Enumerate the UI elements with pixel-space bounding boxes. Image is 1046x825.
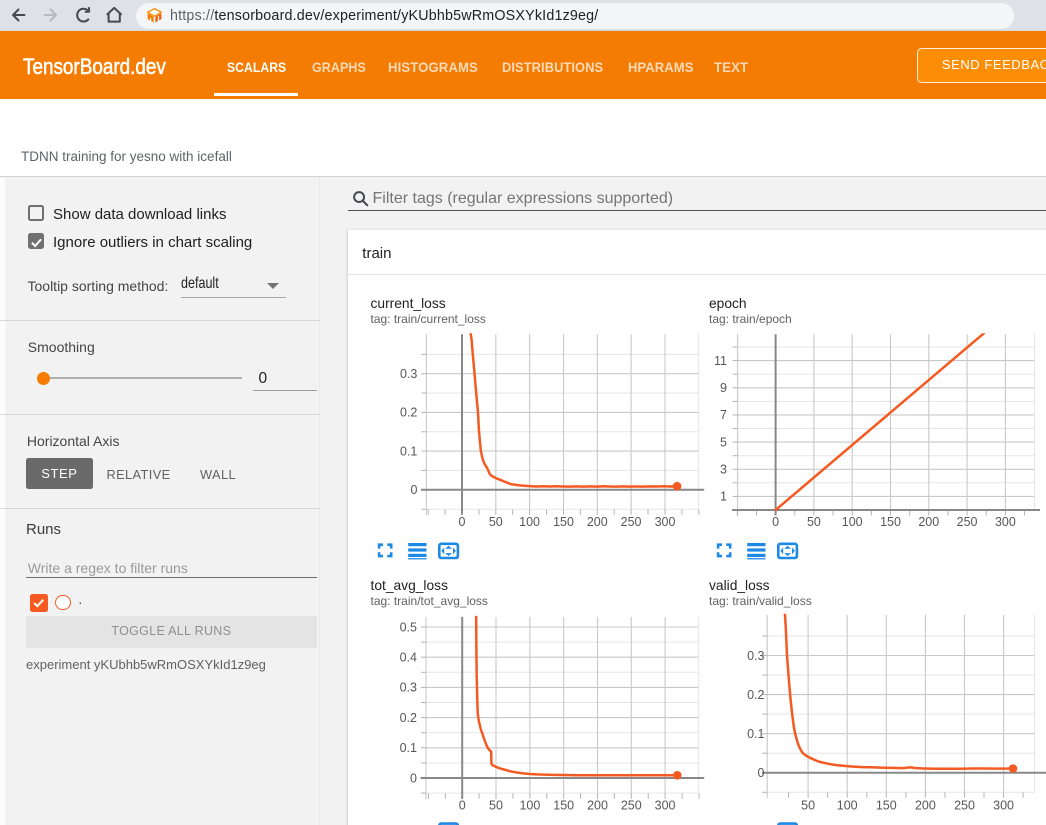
svg-text:5: 5 bbox=[720, 435, 727, 449]
svg-text:250: 250 bbox=[954, 799, 975, 813]
svg-text:0.1: 0.1 bbox=[400, 741, 417, 755]
svg-text:9: 9 bbox=[720, 381, 727, 395]
svg-text:300: 300 bbox=[655, 799, 676, 813]
svg-text:0.3: 0.3 bbox=[400, 681, 417, 695]
svg-text:50: 50 bbox=[489, 515, 503, 529]
svg-text:200: 200 bbox=[587, 515, 608, 529]
svg-text:50: 50 bbox=[489, 799, 503, 813]
svg-text:200: 200 bbox=[918, 515, 939, 529]
svg-text:3: 3 bbox=[720, 463, 727, 477]
svg-text:11: 11 bbox=[714, 354, 727, 368]
svg-text:0.2: 0.2 bbox=[400, 406, 417, 420]
svg-text:250: 250 bbox=[621, 515, 642, 529]
svg-text:0.4: 0.4 bbox=[400, 651, 417, 665]
svg-text:200: 200 bbox=[587, 799, 608, 813]
svg-text:0: 0 bbox=[410, 771, 417, 785]
svg-text:1: 1 bbox=[720, 490, 727, 504]
svg-text:0.2: 0.2 bbox=[400, 711, 417, 725]
svg-text:7: 7 bbox=[720, 408, 727, 422]
svg-text:50: 50 bbox=[807, 515, 821, 529]
svg-text:200: 200 bbox=[915, 799, 936, 813]
svg-text:150: 150 bbox=[880, 515, 901, 529]
svg-text:0: 0 bbox=[459, 799, 466, 813]
svg-text:100: 100 bbox=[519, 515, 540, 529]
svg-text:0.1: 0.1 bbox=[747, 727, 764, 741]
svg-text:0: 0 bbox=[772, 515, 779, 529]
svg-text:0.5: 0.5 bbox=[400, 620, 417, 634]
svg-text:100: 100 bbox=[837, 799, 858, 813]
svg-text:0: 0 bbox=[758, 766, 765, 780]
svg-text:50: 50 bbox=[801, 799, 815, 813]
svg-text:150: 150 bbox=[876, 799, 897, 813]
svg-text:100: 100 bbox=[842, 515, 863, 529]
svg-text:0.2: 0.2 bbox=[747, 688, 764, 702]
svg-text:0: 0 bbox=[410, 483, 417, 497]
svg-text:300: 300 bbox=[655, 515, 676, 529]
svg-text:150: 150 bbox=[553, 515, 574, 529]
svg-text:150: 150 bbox=[553, 799, 574, 813]
svg-text:0.1: 0.1 bbox=[400, 444, 417, 458]
svg-text:0.3: 0.3 bbox=[400, 367, 417, 381]
svg-text:300: 300 bbox=[993, 799, 1014, 813]
svg-text:0.3: 0.3 bbox=[747, 649, 764, 663]
svg-text:250: 250 bbox=[957, 515, 978, 529]
svg-text:250: 250 bbox=[621, 799, 642, 813]
svg-text:0: 0 bbox=[459, 515, 466, 529]
svg-text:100: 100 bbox=[519, 799, 540, 813]
svg-text:300: 300 bbox=[995, 515, 1016, 529]
